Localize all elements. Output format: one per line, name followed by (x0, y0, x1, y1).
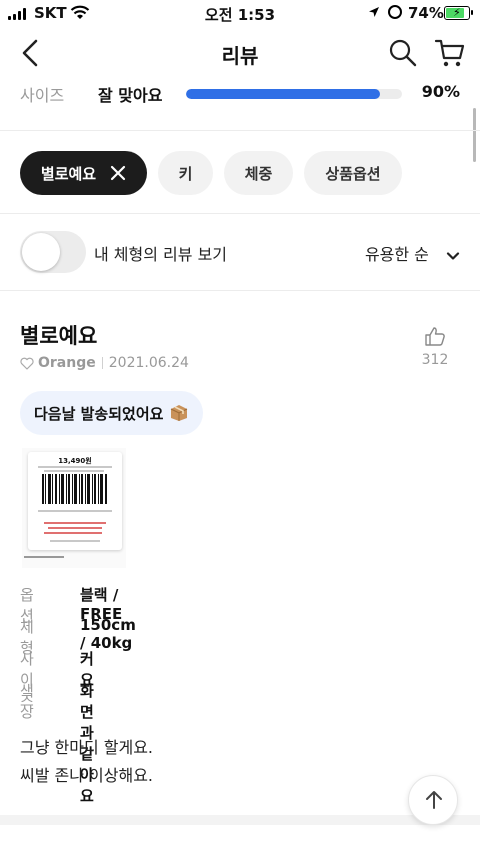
size-fit-value: 잘 맞아요 (98, 86, 163, 105)
toggle-knob (22, 233, 60, 271)
chip-label: 별로예요 (40, 164, 97, 183)
nav-bar: 리뷰 (0, 30, 480, 76)
barcode-icon (42, 474, 107, 504)
arrow-up-icon (426, 791, 442, 809)
receipt-price: 13,490원 (58, 457, 92, 465)
chip-bad-review[interactable]: 별로예요 (20, 151, 147, 195)
review-body-line: 씨발 존나 이상해요. (20, 766, 154, 785)
location-arrow-icon (369, 7, 379, 17)
divider (0, 130, 480, 131)
battery-percent: 74% (408, 4, 444, 22)
shipping-note-text: 다음날 발송되었어요 (34, 404, 164, 423)
sort-dropdown[interactable]: 유용한 순 (365, 241, 460, 265)
section-separator (0, 815, 480, 825)
chip-weight[interactable]: 체중 (224, 151, 293, 195)
review-date: 2021.06.24 (108, 355, 189, 371)
review-title: 별로예요 (20, 324, 98, 348)
review-photo[interactable]: 13,490원 (22, 448, 126, 568)
like-button[interactable]: 312 (418, 326, 452, 368)
size-fit-bar (186, 89, 402, 99)
scroll-to-top-button[interactable] (408, 775, 458, 825)
status-bar: SKT 오전 1:53 74% ⚡ (0, 0, 480, 28)
size-fit-percent: 90% (421, 82, 460, 101)
review-options-row: 내 체형의 리뷰 보기 유용한 순 (20, 231, 460, 273)
heart-icon (20, 357, 34, 370)
review-body-line: 그냥 한마디 할게요. (20, 738, 154, 757)
package-icon (171, 405, 188, 421)
chip-height[interactable]: 키 (158, 151, 213, 195)
chip-product-option[interactable]: 상품옵션 (304, 151, 402, 195)
divider (0, 213, 480, 214)
shipping-note-badge: 다음날 발송되었어요 (20, 391, 204, 435)
chip-label: 체중 (244, 164, 273, 183)
size-fit-bar-fill (186, 89, 381, 99)
thumbs-up-icon (425, 327, 445, 346)
battery-icon: ⚡ (444, 6, 473, 20)
size-fit-summary: 사이즈 잘 맞아요 90% (20, 82, 460, 106)
like-count: 312 (421, 352, 449, 368)
review-meta: Orange 2021.06.24 (20, 355, 189, 371)
scrollbar[interactable] (473, 108, 476, 162)
sort-label: 유용한 순 (364, 245, 429, 264)
meta-separator (101, 357, 103, 369)
search-icon[interactable] (388, 38, 418, 68)
rotation-lock-icon (388, 5, 402, 19)
detail-key: 색상 (20, 682, 34, 721)
receipt-image: 13,490원 (28, 452, 122, 550)
my-body-type-toggle[interactable] (20, 231, 86, 273)
cart-icon[interactable] (434, 38, 466, 68)
chip-label: 키 (178, 164, 193, 183)
toggle-label: 내 체형의 리뷰 보기 (94, 245, 228, 264)
chevron-down-icon (446, 251, 460, 260)
divider (0, 290, 480, 291)
reviewer-name: Orange (38, 355, 96, 371)
photo-caption (24, 556, 64, 558)
close-icon[interactable] (110, 165, 126, 181)
detail-value: 150cm / 40kg (80, 616, 136, 652)
chip-label: 상품옵션 (325, 164, 381, 183)
review-body: 그냥 한마디 할게요. 씨발 존나 이상해요. (20, 734, 153, 790)
size-label: 사이즈 (20, 86, 65, 105)
